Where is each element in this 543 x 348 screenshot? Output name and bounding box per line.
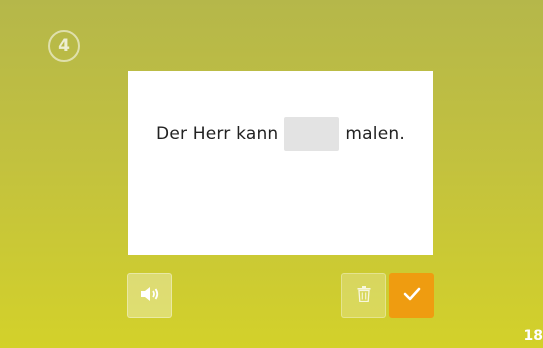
- answer-gap-field[interactable]: [284, 117, 340, 151]
- step-number-badge: 4: [48, 30, 80, 62]
- sentence-after-gap: malen.: [345, 124, 405, 144]
- delete-button[interactable]: [341, 273, 386, 318]
- check-button[interactable]: [389, 273, 434, 318]
- speaker-icon: [140, 286, 160, 306]
- exercise-card: Der Herr kann malen.: [128, 71, 433, 255]
- audio-button[interactable]: [127, 273, 172, 318]
- sentence-before-gap: Der Herr kann: [156, 124, 279, 144]
- exercise-sentence: Der Herr kann malen.: [128, 117, 433, 151]
- page-number: 18: [523, 328, 543, 344]
- checkmark-icon: [403, 286, 421, 305]
- trash-icon: [357, 285, 371, 306]
